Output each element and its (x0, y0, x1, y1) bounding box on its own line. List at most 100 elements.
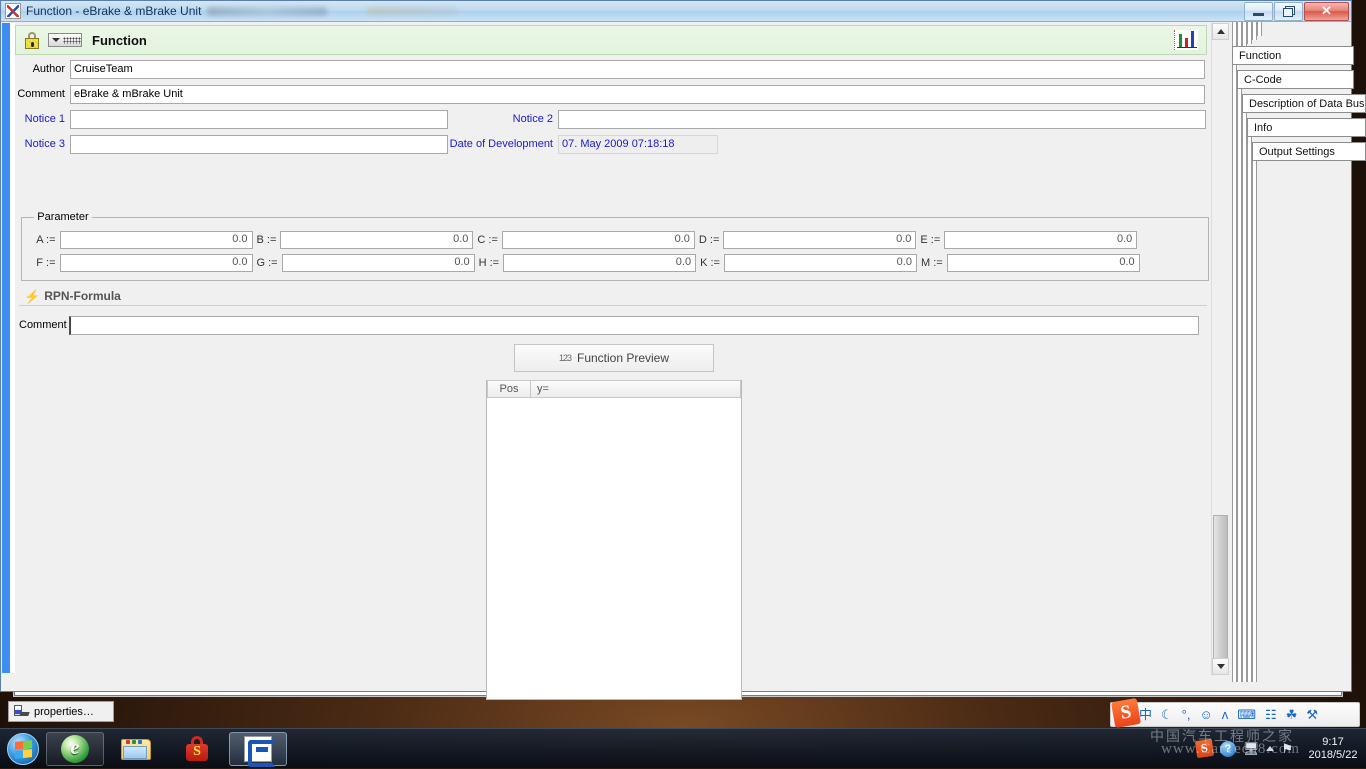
taskbar-item-windows-explorer[interactable] (107, 732, 165, 766)
restore-button[interactable] (1274, 2, 1303, 21)
parameter-b-label: B := (253, 234, 281, 246)
parameter-b-input[interactable]: 0.0 (280, 231, 473, 249)
notice3-input[interactable] (70, 135, 448, 154)
sogou-logo-icon[interactable]: S (1111, 698, 1141, 728)
window-controls: ✕ (1243, 2, 1349, 21)
ime-settings-icon[interactable]: ⚒ (1306, 708, 1318, 721)
parameter-e-label: E := (916, 234, 944, 246)
chevron-down-icon (1217, 664, 1225, 669)
tab-output-settings[interactable]: Output Settings (1252, 142, 1366, 161)
parameter-cell-a: A := 0.0 (32, 231, 252, 249)
tray-sogou-icon[interactable]: S (1195, 739, 1214, 758)
parameter-cell-f: F := 0.0 (32, 254, 252, 272)
tab-description-of-data-bus[interactable]: Description of Data Bus (1242, 94, 1366, 113)
notice1-input[interactable] (70, 110, 448, 129)
ime-microphone-icon[interactable]: ᴧ (1222, 708, 1229, 721)
parameter-m-input[interactable]: 0.0 (947, 254, 1140, 272)
clock[interactable]: 9:17 2018/5/22 (1304, 736, 1362, 762)
tray-action-center-icon[interactable]: ⚑ (1281, 742, 1293, 755)
function-preview-button[interactable]: 123 Function Preview (514, 344, 714, 372)
parameter-cell-m: M := 0.0 (917, 254, 1140, 272)
left-accent-strip (2, 23, 10, 673)
ime-skin-icon[interactable]: ☘ (1286, 708, 1298, 721)
ime-punctuation-icon[interactable]: °, (1182, 708, 1191, 721)
bolt-icon: ⚡ (24, 290, 40, 303)
parameter-g-label: G := (253, 257, 282, 269)
show-hidden-icons-icon[interactable] (1266, 746, 1274, 751)
tray-help-icon[interactable]: ? (1220, 741, 1236, 757)
ime-emoji-icon[interactable]: ☺ (1199, 708, 1212, 721)
parameter-group: Parameter A := 0.0 B := 0.0 C := 0.0 D :… (21, 211, 1209, 281)
keypad-icon[interactable] (48, 33, 82, 47)
page-title: Function (92, 33, 147, 48)
parameter-f-label: F := (32, 257, 59, 269)
parameter-cell-b: B := 0.0 (253, 231, 474, 249)
properties-window[interactable]: properties… (8, 701, 114, 722)
parameter-cell-h: H := 0.0 (475, 254, 696, 272)
windows-logo-icon (7, 733, 39, 765)
column-header-y[interactable]: y= (531, 380, 741, 398)
author-input[interactable]: CruiseTeam (70, 60, 1205, 79)
function-preview-table[interactable]: Pos y= (486, 380, 742, 700)
parameter-row-1: A := 0.0 B := 0.0 C := 0.0 D := 0.0 E := (32, 230, 1200, 250)
lock-icon[interactable] (24, 32, 40, 49)
parameter-a-label: A := (32, 234, 59, 246)
ime-chinese-mode-icon[interactable]: 中 (1139, 708, 1152, 721)
tab-info[interactable]: Info (1247, 118, 1366, 137)
tab-c-code-label: C-Code (1244, 74, 1282, 86)
tab-output-settings-label: Output Settings (1259, 146, 1335, 158)
parameter-e-input[interactable]: 0.0 (944, 231, 1137, 249)
comment-input[interactable]: eBrake & mBrake Unit (70, 85, 1205, 104)
section-header-rpn-formula: ⚡ RPN-Formula (19, 287, 1207, 306)
tab-function-label: Function (1239, 50, 1281, 62)
parameter-c-input[interactable]: 0.0 (502, 231, 695, 249)
tab-info-label: Info (1254, 122, 1272, 134)
properties-icon (13, 705, 29, 719)
can-tool-icon (244, 736, 272, 762)
vertical-scrollbar[interactable] (1211, 23, 1228, 675)
rpn-comment-input[interactable] (69, 316, 1199, 335)
internet-explorer-icon (61, 735, 89, 763)
ime-keyboard-icon[interactable]: ⌨ (1237, 708, 1256, 721)
taskbar: S ? 🖥 ⚑ 9:17 2018/5/22 (0, 728, 1366, 768)
chart-icon[interactable] (1174, 30, 1198, 50)
parameter-k-label: K := (696, 257, 724, 269)
parameter-g-input[interactable]: 0.0 (282, 254, 475, 272)
parameter-cell-g: G := 0.0 (253, 254, 475, 272)
taskbar-item-internet-explorer[interactable] (46, 732, 104, 766)
sogou-lock-icon (184, 736, 210, 762)
tray-network-icon[interactable]: 🖥 (1243, 742, 1260, 755)
form-row-notice3-date: Notice 3 Date of Development 07. May 200… (15, 134, 1207, 154)
ime-toolbox-icon[interactable]: ☷ (1265, 708, 1277, 721)
scrollbar-thumb[interactable] (1213, 515, 1228, 665)
restore-icon (1283, 6, 1294, 16)
column-header-pos[interactable]: Pos (487, 380, 531, 398)
comment-label: Comment (15, 88, 70, 100)
tab-description-of-data-bus-label: Description of Data Bus (1249, 98, 1365, 110)
parameter-f-input[interactable]: 0.0 (60, 254, 253, 272)
parameter-h-input[interactable]: 0.0 (503, 254, 696, 272)
taskbar-item-can-tool[interactable] (229, 732, 287, 766)
scroll-down-button[interactable] (1212, 658, 1229, 675)
window-title: Function - eBrake & mBrake Unit (26, 4, 201, 18)
parameter-d-input[interactable]: 0.0 (723, 231, 916, 249)
clock-time: 9:17 (1304, 736, 1362, 749)
tab-function[interactable]: Function (1232, 46, 1354, 65)
tab-spine-10 (1252, 154, 1257, 682)
properties-window-label: properties… (34, 706, 94, 718)
start-button[interactable] (3, 731, 43, 767)
ime-moon-icon[interactable]: ☾ (1161, 708, 1173, 721)
minimize-button[interactable] (1244, 2, 1273, 21)
parameter-a-input[interactable]: 0.0 (60, 231, 253, 249)
redacted-title-text-1 (207, 7, 327, 16)
rpn-comment-row: Comment (19, 315, 1207, 335)
taskbar-item-sogou[interactable] (168, 732, 226, 766)
title-bar[interactable]: Function - eBrake & mBrake Unit ✕ (1, 1, 1351, 22)
close-button[interactable]: ✕ (1304, 2, 1349, 21)
sogou-ime-toolbar[interactable]: S 中 ☾ °, ☺ ᴧ ⌨ ☷ ☘ ⚒ (1110, 702, 1360, 727)
application-icon (5, 3, 21, 19)
parameter-k-input[interactable]: 0.0 (724, 254, 917, 272)
scroll-up-button[interactable] (1212, 23, 1229, 40)
tab-c-code[interactable]: C-Code (1237, 70, 1354, 89)
notice2-input[interactable] (558, 110, 1206, 129)
